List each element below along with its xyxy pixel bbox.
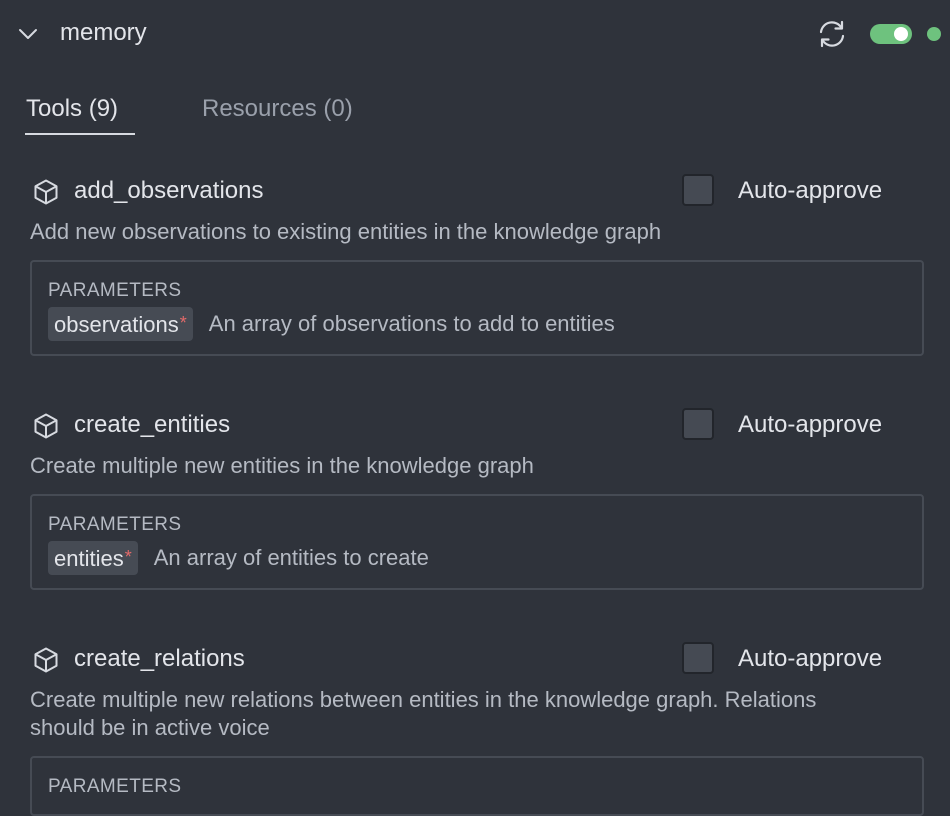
parameter-name-chip: observations* — [48, 307, 193, 341]
auto-approve-label[interactable]: Auto-approve — [738, 174, 882, 208]
tool-item-create-relations: create_relations Auto-approve Create mul… — [30, 640, 924, 816]
auto-approve-label[interactable]: Auto-approve — [738, 642, 882, 676]
toggle-knob — [894, 27, 908, 41]
required-marker: * — [179, 313, 187, 333]
active-tab-indicator — [25, 133, 135, 135]
tool-item-add-observations: add_observations Auto-approve Add new ob… — [30, 172, 924, 356]
parameters-panel: PARAMETERS — [30, 756, 924, 816]
parameter-row: observations* An array of observations t… — [48, 307, 906, 341]
tool-description: Create multiple new relations between en… — [30, 687, 817, 740]
required-marker: * — [124, 547, 132, 567]
parameters-title: PARAMETERS — [48, 514, 182, 535]
parameters-title: PARAMETERS — [48, 280, 182, 301]
cube-icon — [34, 413, 58, 439]
server-name: memory — [60, 19, 147, 46]
server-enable-toggle[interactable] — [870, 24, 912, 44]
tool-name: create_relations — [74, 645, 245, 672]
parameter-row: entities* An array of entities to create — [48, 541, 906, 575]
tool-header: create_relations Auto-approve — [30, 640, 924, 680]
auto-approve-checkbox[interactable] — [682, 642, 714, 674]
auto-approve-checkbox[interactable] — [682, 408, 714, 440]
auto-approve-label[interactable]: Auto-approve — [738, 408, 882, 442]
tab-resources[interactable]: Resources (0) — [202, 92, 353, 126]
parameter-description: An array of observations to add to entit… — [208, 311, 615, 336]
parameter-name: entities — [54, 546, 124, 571]
refresh-icon[interactable] — [814, 16, 850, 52]
tool-description: Add new observations to existing entitie… — [30, 219, 662, 244]
tool-header: add_observations Auto-approve — [30, 172, 924, 212]
status-indicator — [927, 27, 941, 41]
tab-bar: Tools (9) Resources (0) — [0, 88, 950, 138]
server-header: memory — [0, 0, 950, 68]
cube-icon — [34, 179, 58, 205]
tool-name: add_observations — [74, 177, 264, 204]
tab-tools[interactable]: Tools (9) — [26, 92, 118, 126]
parameters-title: PARAMETERS — [48, 776, 182, 797]
parameters-panel: PARAMETERS observations* An array of obs… — [30, 260, 924, 356]
auto-approve-checkbox[interactable] — [682, 174, 714, 206]
parameter-name: observations — [54, 312, 179, 337]
parameters-panel: PARAMETERS entities* An array of entitie… — [30, 494, 924, 590]
tool-header: create_entities Auto-approve — [30, 406, 924, 446]
tool-name: create_entities — [74, 411, 231, 438]
tool-description: Create multiple new entities in the know… — [30, 453, 534, 478]
cube-icon — [34, 647, 58, 673]
chevron-down-icon[interactable] — [16, 22, 40, 46]
parameter-name-chip: entities* — [48, 541, 138, 575]
tool-item-create-entities: create_entities Auto-approve Create mult… — [30, 406, 924, 590]
parameter-description: An array of entities to create — [153, 545, 429, 570]
